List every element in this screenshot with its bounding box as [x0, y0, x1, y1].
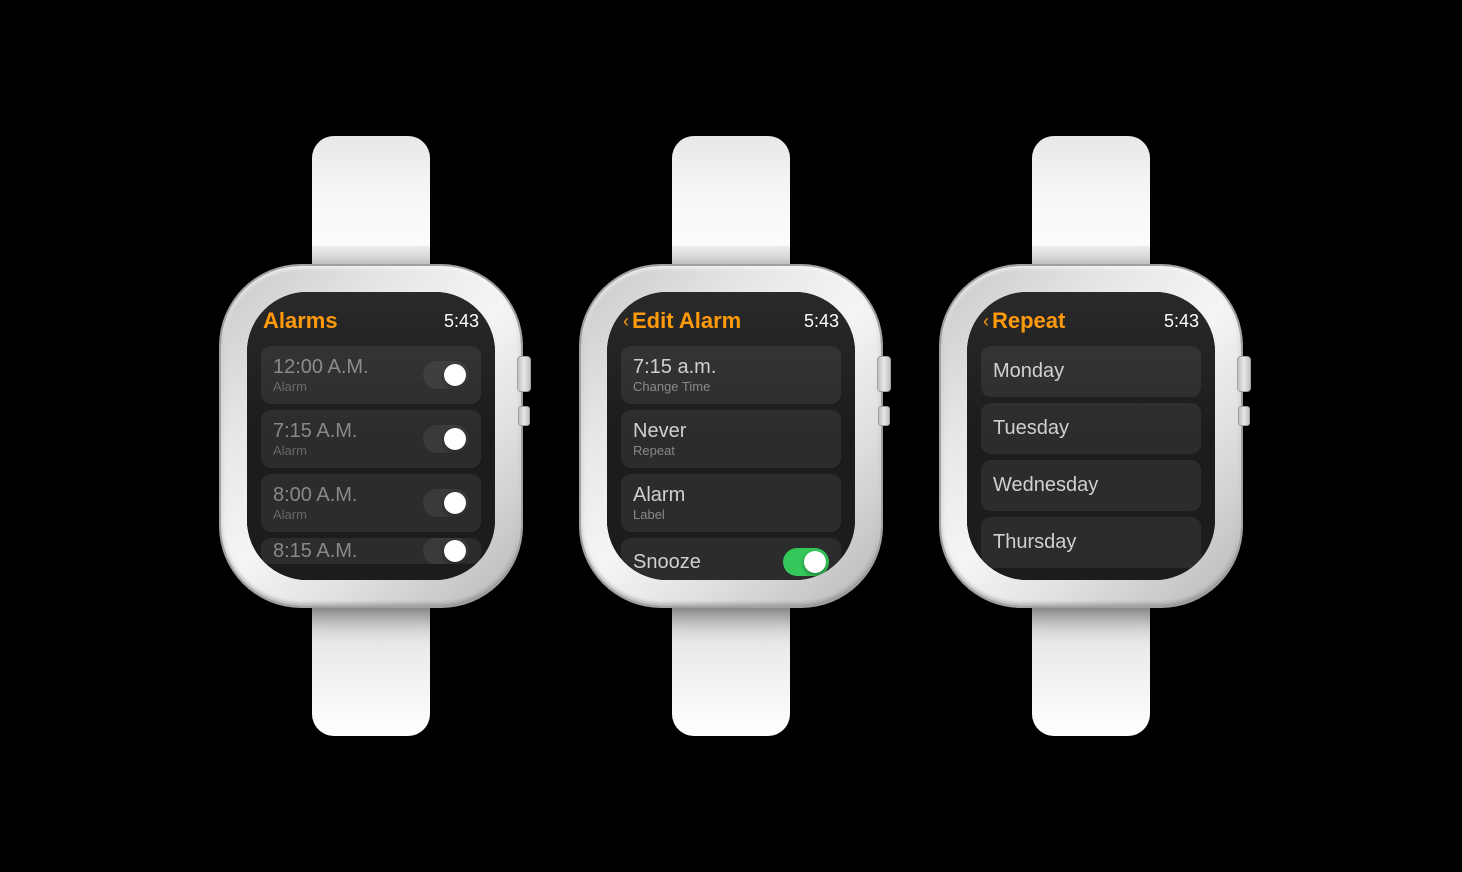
edit-label[interactable]: Alarm Label: [621, 474, 841, 532]
band-top-2: [672, 136, 790, 266]
alarm-toggle-1[interactable]: [423, 361, 469, 389]
alarm-time-3: 8:00 A.M.: [273, 484, 358, 507]
back-arrow-3[interactable]: ‹: [983, 311, 989, 332]
snooze-row: Snooze: [633, 548, 829, 576]
repeat-wednesday[interactable]: Wednesday: [981, 460, 1201, 511]
band-top-3: [1032, 136, 1150, 266]
repeat-screen: ‹ Repeat 5:43 Monday Tuesday Wednesday: [967, 292, 1215, 580]
watch-3: ‹ Repeat 5:43 Monday Tuesday Wednesday: [941, 136, 1241, 736]
alarm-label-2: Alarm: [273, 443, 358, 458]
edit-never-value: Never: [633, 420, 829, 443]
watch-screen-3: ‹ Repeat 5:43 Monday Tuesday Wednesday: [967, 292, 1215, 580]
edit-alarm-screen: ‹ Edit Alarm 5:43 7:15 a.m. Change Time …: [607, 292, 855, 580]
alarms-header: Alarms 5:43: [261, 308, 481, 334]
watch-case-3: ‹ Repeat 5:43 Monday Tuesday Wednesday: [941, 266, 1241, 606]
toggle-knob-2: [444, 428, 466, 450]
edit-change-time[interactable]: 7:15 a.m. Change Time: [621, 346, 841, 404]
alarm-info-1: 12:00 A.M. Alarm: [273, 356, 369, 394]
watch-screen-2: ‹ Edit Alarm 5:43 7:15 a.m. Change Time …: [607, 292, 855, 580]
repeat-monday[interactable]: Monday: [981, 346, 1201, 397]
alarm-info-2: 7:15 A.M. Alarm: [273, 420, 358, 458]
toggle-knob-3: [444, 492, 466, 514]
snooze-toggle-knob: [804, 551, 826, 573]
watch-screen-1: Alarms 5:43 12:00 A.M. Alarm 7:1: [247, 292, 495, 580]
edit-alarm-value: 7:15 a.m.: [633, 356, 829, 379]
repeat-title: Repeat: [992, 308, 1065, 334]
repeat-header: ‹ Repeat 5:43: [981, 308, 1201, 334]
alarms-title: Alarms: [263, 308, 338, 334]
snooze-label: Snooze: [633, 551, 701, 574]
alarm-time-4: 8:15 A.M.: [273, 540, 358, 563]
wednesday-label: Wednesday: [993, 474, 1098, 496]
tuesday-label: Tuesday: [993, 417, 1069, 439]
watch-crown-lines-1: [518, 406, 530, 426]
snooze-toggle[interactable]: [783, 548, 829, 576]
watch-2: ‹ Edit Alarm 5:43 7:15 a.m. Change Time …: [581, 136, 881, 736]
alarms-screen: Alarms 5:43 12:00 A.M. Alarm 7:1: [247, 292, 495, 580]
alarm-item-4-partial[interactable]: 8:15 A.M.: [261, 538, 481, 564]
band-bottom-3: [1032, 606, 1150, 736]
back-arrow-2[interactable]: ‹: [623, 311, 629, 332]
repeat-thursday[interactable]: Thursday: [981, 517, 1201, 568]
watch-case-1: Alarms 5:43 12:00 A.M. Alarm 7:1: [221, 266, 521, 606]
watch-crown-1: [517, 356, 531, 392]
alarm-label-1: Alarm: [273, 379, 369, 394]
watch-crown-lines-3: [1238, 406, 1250, 426]
watch-crown-3: [1237, 356, 1251, 392]
alarm-item-3[interactable]: 8:00 A.M. Alarm: [261, 474, 481, 532]
watch-case-2: ‹ Edit Alarm 5:43 7:15 a.m. Change Time …: [581, 266, 881, 606]
edit-repeat-label: Repeat: [633, 443, 829, 458]
toggle-knob-4: [444, 540, 466, 562]
edit-repeat[interactable]: Never Repeat: [621, 410, 841, 468]
monday-label: Monday: [993, 360, 1064, 382]
watch-1: Alarms 5:43 12:00 A.M. Alarm 7:1: [221, 136, 521, 736]
edit-alarm-label-value: Alarm: [633, 484, 829, 507]
alarm-time-2: 7:15 A.M.: [273, 420, 358, 443]
alarms-time: 5:43: [444, 311, 479, 332]
edit-label-sub: Label: [633, 507, 829, 522]
edit-title-container: ‹ Edit Alarm: [623, 308, 741, 334]
edit-alarm-header: ‹ Edit Alarm 5:43: [621, 308, 841, 334]
alarm-toggle-4[interactable]: [423, 538, 469, 564]
alarm-info-3: 8:00 A.M. Alarm: [273, 484, 358, 522]
alarm-toggle-3[interactable]: [423, 489, 469, 517]
repeat-time: 5:43: [1164, 311, 1199, 332]
watch-crown-2: [877, 356, 891, 392]
edit-alarm-time: 5:43: [804, 311, 839, 332]
alarm-time-1: 12:00 A.M.: [273, 356, 369, 379]
edit-alarm-title: Edit Alarm: [632, 308, 741, 334]
edit-snooze[interactable]: Snooze: [621, 538, 841, 580]
repeat-title-container: ‹ Repeat: [983, 308, 1065, 334]
toggle-knob-1: [444, 364, 466, 386]
watch-crown-lines-2: [878, 406, 890, 426]
edit-change-time-label: Change Time: [633, 379, 829, 394]
alarm-label-3: Alarm: [273, 507, 358, 522]
band-top-1: [312, 136, 430, 266]
thursday-label: Thursday: [993, 531, 1076, 553]
repeat-tuesday[interactable]: Tuesday: [981, 403, 1201, 454]
alarm-item-1[interactable]: 12:00 A.M. Alarm: [261, 346, 481, 404]
band-bottom-1: [312, 606, 430, 736]
alarm-toggle-2[interactable]: [423, 425, 469, 453]
band-bottom-2: [672, 606, 790, 736]
alarm-item-2[interactable]: 7:15 A.M. Alarm: [261, 410, 481, 468]
